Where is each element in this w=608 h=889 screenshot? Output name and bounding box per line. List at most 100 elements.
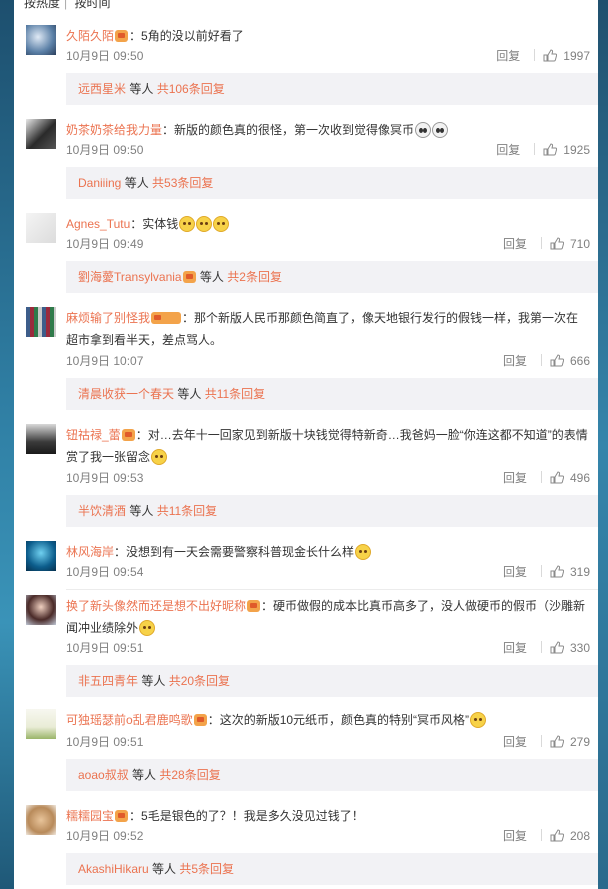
replies-preview[interactable]: 远西星米 等人 共106条回复 bbox=[66, 73, 598, 105]
username-link[interactable]: 麻烦输了别怪我 bbox=[66, 311, 150, 325]
avatar[interactable] bbox=[26, 424, 56, 454]
avatar[interactable] bbox=[26, 541, 56, 571]
reply-button[interactable]: 回复 bbox=[496, 45, 520, 67]
reply-button[interactable]: 回复 bbox=[503, 731, 527, 753]
reply-button[interactable]: 回复 bbox=[503, 825, 527, 847]
reply-username-link[interactable]: 劉海薆Transylvania bbox=[78, 270, 182, 284]
thumb-up-icon bbox=[543, 143, 558, 156]
colon: ： bbox=[261, 599, 274, 613]
avatar[interactable] bbox=[26, 307, 56, 337]
comment-meta: 10月9日 09:50 回复 1925 bbox=[66, 139, 590, 161]
reply-count-link[interactable]: 共11条回复 bbox=[205, 387, 265, 401]
username-link[interactable]: 钮祜禄_蕾 bbox=[66, 428, 121, 442]
reply-button[interactable]: 回复 bbox=[503, 350, 527, 372]
reply-username-link[interactable]: aoao叔叔 bbox=[78, 768, 129, 782]
replies-preview[interactable]: 半饮清酒 等人 共11条回复 bbox=[66, 495, 598, 527]
and-others-text: 等人 bbox=[138, 674, 169, 688]
like-button[interactable]: 279 bbox=[550, 735, 590, 749]
avatar[interactable] bbox=[26, 805, 56, 835]
comment-body: 麻烦输了别怪我 ：那个新版人民币那颜色简直了，像天地银行发行的假钱一样，我第一次在… bbox=[66, 307, 590, 368]
tab-sort-hot[interactable]: 按热度 bbox=[24, 0, 60, 10]
reply-count-link[interactable]: 共20条回复 bbox=[169, 674, 230, 688]
colon: ： bbox=[182, 311, 195, 325]
avatar[interactable] bbox=[26, 595, 56, 625]
tab-sort-time[interactable]: 按时间 bbox=[74, 0, 110, 10]
reply-count-link[interactable]: 共28条回复 bbox=[159, 768, 220, 782]
divider bbox=[534, 49, 536, 61]
and-others-text: 等人 bbox=[174, 387, 205, 401]
replies-preview[interactable]: Daniiing 等人 共53条回复 bbox=[66, 167, 598, 199]
timestamp: 10月9日 09:49 bbox=[66, 237, 144, 251]
reply-button[interactable]: 回复 bbox=[503, 637, 527, 659]
reply-username-link[interactable]: 半饮清酒 bbox=[78, 504, 126, 518]
replies-preview[interactable]: 劉海薆Transylvania 等人 共2条回复 bbox=[66, 261, 598, 293]
replies-preview[interactable]: 清晨收获一个春天 等人 共11条回复 bbox=[66, 378, 598, 410]
divider bbox=[540, 471, 542, 483]
like-button[interactable]: 710 bbox=[550, 237, 590, 251]
comment-content: 5毛是银色的了？！我是多久没见过钱了！ bbox=[141, 809, 364, 823]
comment-meta: 10月9日 09:54 回复 319 bbox=[66, 561, 590, 583]
replies-preview[interactable]: aoao叔叔 等人 共28条回复 bbox=[66, 759, 598, 791]
reply-count-link[interactable]: 共53条回复 bbox=[152, 176, 213, 190]
avatar[interactable] bbox=[26, 25, 56, 55]
colon: ： bbox=[129, 29, 142, 43]
timestamp: 10月9日 09:50 bbox=[66, 49, 144, 63]
username-link[interactable]: 可独瑶瑟前o乱君鹿鸣歌 bbox=[66, 713, 193, 727]
doge-emoji-icon bbox=[213, 216, 230, 232]
like-button[interactable]: 208 bbox=[550, 829, 590, 843]
like-button[interactable]: 319 bbox=[550, 565, 590, 579]
reply-username-link[interactable]: AkashiHikaru bbox=[78, 862, 149, 876]
reply-button[interactable]: 回复 bbox=[496, 139, 520, 161]
replies-preview[interactable]: 非五四青年 等人 共20条回复 bbox=[66, 665, 598, 697]
username-link[interactable]: 林风海岸 bbox=[66, 545, 114, 559]
username-link[interactable]: Agnes_Tutu bbox=[66, 217, 130, 231]
reply-count-link[interactable]: 共106条回复 bbox=[157, 82, 225, 96]
timestamp: 10月9日 09:54 bbox=[66, 565, 144, 579]
and-others-text: 等人 bbox=[128, 768, 160, 782]
username-link[interactable]: 换了新头像然而还是想不出好昵称 bbox=[66, 599, 246, 613]
comment-actions: 回复 208 bbox=[503, 825, 590, 847]
avatar[interactable] bbox=[26, 119, 56, 149]
divider bbox=[540, 354, 542, 366]
like-count: 1997 bbox=[563, 49, 590, 63]
comment-body: 奶茶奶茶给我力量：新版的颜色真的很怪，第一次收到觉得像冥币 10月9日 09:50… bbox=[66, 119, 590, 157]
comment-actions: 回复 496 bbox=[503, 467, 590, 489]
like-button[interactable]: 1925 bbox=[543, 143, 590, 157]
like-button[interactable]: 666 bbox=[550, 354, 590, 368]
comment-body: Agnes_Tutu：实体钱 10月9日 09:49 回复 710 bbox=[66, 213, 590, 251]
comment-meta: 10月9日 09:52 回复 208 bbox=[66, 825, 590, 847]
reply-username-link[interactable]: 远西星米 bbox=[78, 82, 126, 96]
reply-count-link[interactable]: 共5条回复 bbox=[179, 862, 234, 876]
comment-text: 换了新头像然而还是想不出好昵称 ：硬币做假的成本比真币高多了，没人做硬币的假币（沙… bbox=[66, 595, 590, 639]
reply-username-link[interactable]: 清晨收获一个春天 bbox=[78, 387, 174, 401]
reply-count-link[interactable]: 共11条回复 bbox=[157, 504, 217, 518]
colon: ： bbox=[207, 713, 220, 727]
doge-emoji-icon bbox=[139, 620, 156, 636]
comment-actions: 回复 279 bbox=[503, 731, 590, 753]
comment-meta: 10月9日 09:51 回复 330 bbox=[66, 637, 590, 659]
like-count: 208 bbox=[569, 829, 590, 843]
replies-preview[interactable]: AkashiHikaru 等人 共5条回复 bbox=[66, 853, 598, 885]
avatar[interactable] bbox=[26, 213, 56, 243]
reply-count-link[interactable]: 共2条回复 bbox=[227, 270, 282, 284]
comment-meta: 10月9日 09:51 回复 279 bbox=[66, 731, 590, 753]
like-button[interactable]: 1997 bbox=[543, 49, 590, 63]
timestamp: 10月9日 09:53 bbox=[66, 471, 144, 485]
comment-content: 没想到有一天会需要警察科普现金长什么样 bbox=[126, 545, 355, 559]
username-link[interactable]: 奶茶奶茶给我力量 bbox=[66, 123, 162, 137]
member-badge-icon bbox=[247, 600, 261, 612]
avatar[interactable] bbox=[26, 709, 56, 739]
divider bbox=[540, 735, 542, 747]
reply-button[interactable]: 回复 bbox=[503, 233, 527, 255]
username-link[interactable]: 糯糯园宝 bbox=[66, 809, 114, 823]
sort-tabs: 按热度 | 按时间 bbox=[24, 0, 115, 10]
like-button[interactable]: 330 bbox=[550, 641, 590, 655]
thumb-up-icon bbox=[550, 735, 564, 748]
reply-username-link[interactable]: 非五四青年 bbox=[78, 674, 138, 688]
like-button[interactable]: 496 bbox=[550, 471, 590, 485]
like-count: 279 bbox=[569, 735, 590, 749]
username-link[interactable]: 久陌久陌 bbox=[66, 29, 114, 43]
reply-button[interactable]: 回复 bbox=[503, 561, 527, 583]
reply-username-link[interactable]: Daniiing bbox=[78, 176, 121, 190]
reply-button[interactable]: 回复 bbox=[503, 467, 527, 489]
